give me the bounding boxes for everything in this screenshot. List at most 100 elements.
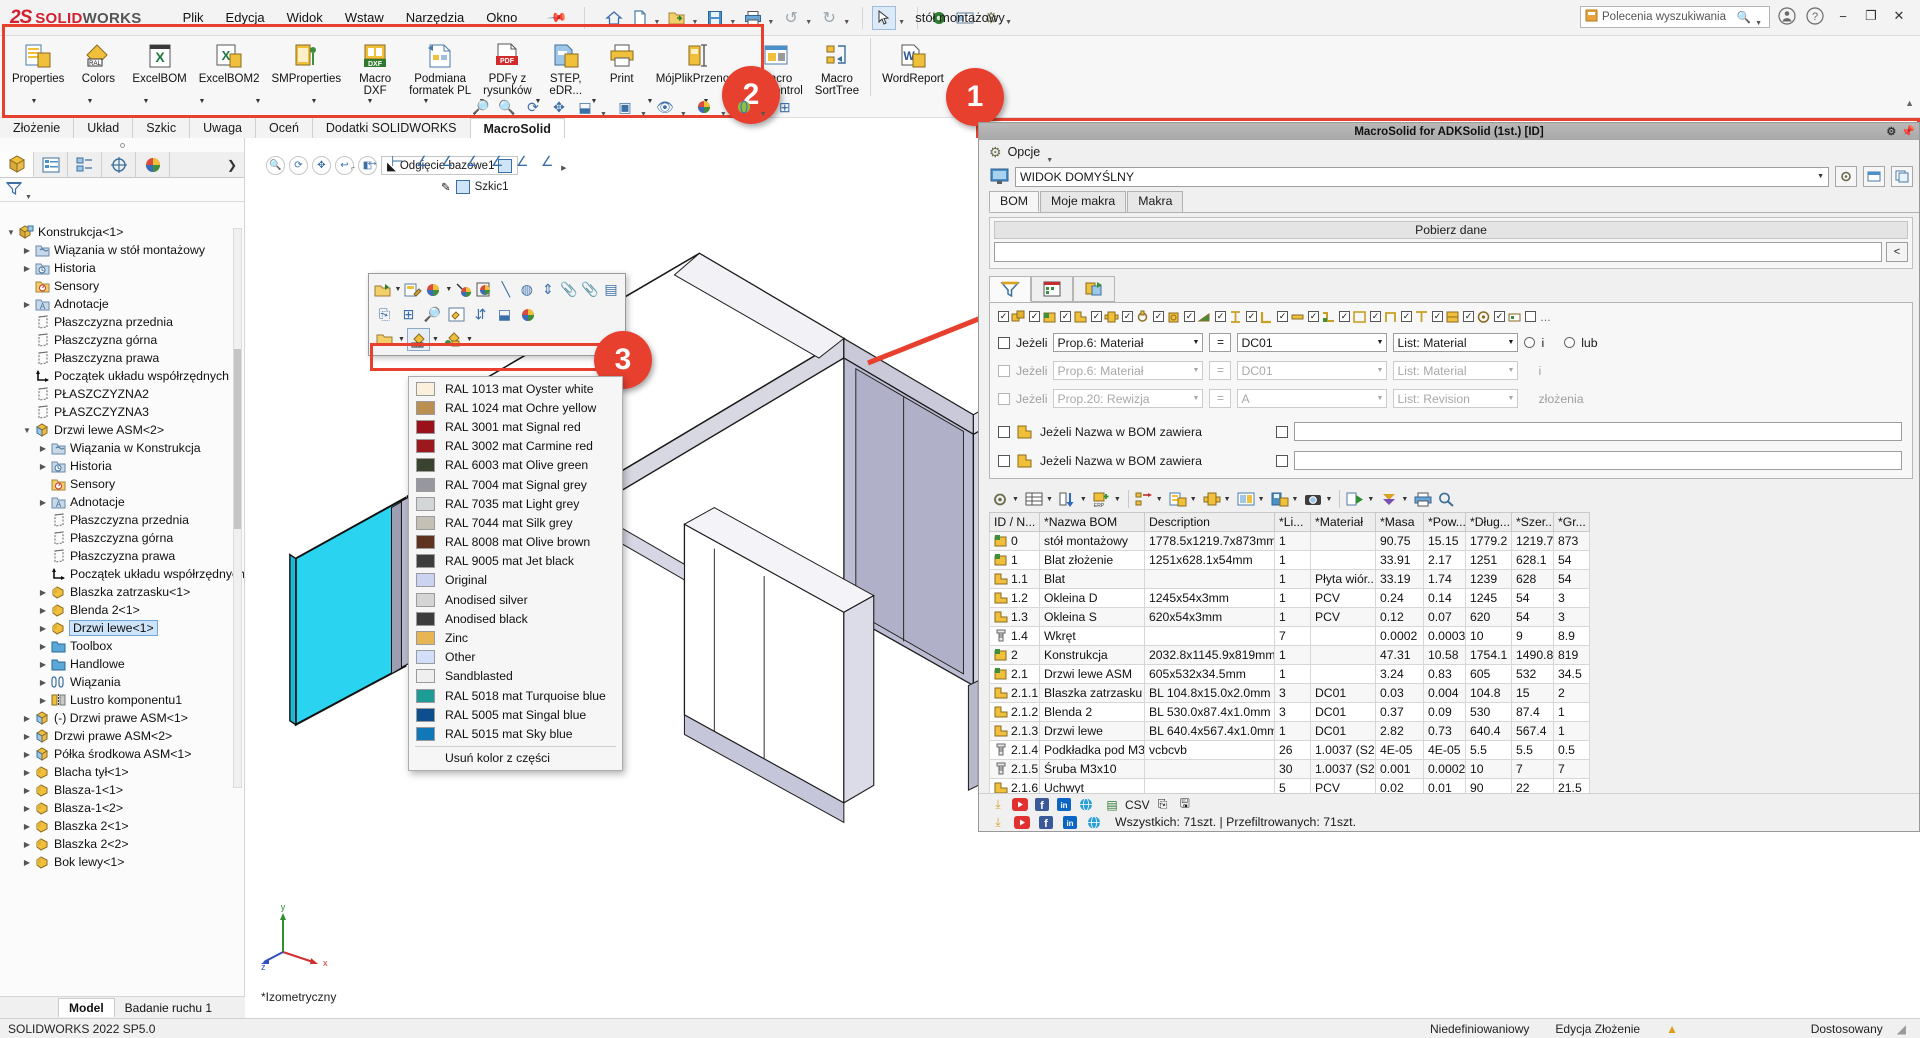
facebook-icon[interactable]: f	[1033, 797, 1051, 813]
appearance-copy-icon[interactable]	[475, 278, 495, 301]
condition-1-or-radio[interactable]	[1564, 337, 1576, 348]
chevron-down-icon[interactable]: ▼	[1046, 157, 1053, 164]
chevron-down-icon[interactable]: ▼	[118, 98, 174, 116]
export-icon[interactable]	[373, 278, 393, 301]
bom-cell[interactable]: 10	[1465, 626, 1512, 646]
tree-item[interactable]: Płaszczyzna prawa	[0, 547, 244, 565]
tree-item[interactable]: ▶ Bok lewy<1>	[0, 853, 244, 871]
help-icon[interactable]: ?	[1802, 4, 1828, 28]
color-menu-item[interactable]: RAL 7044 mat Silk grey	[409, 513, 622, 532]
measure-icon[interactable]	[927, 6, 951, 30]
bom-cell[interactable]: BL 640.4x567.4x1.0mm	[1144, 721, 1275, 741]
type-filter-checkbox[interactable]: ✓	[1184, 311, 1195, 322]
tree-item[interactable]: Początek układu współrzędnych	[0, 565, 244, 583]
color-menu-item[interactable]: Usuń kolor z części	[409, 749, 622, 768]
display-style-icon[interactable]: ▣	[614, 96, 636, 118]
chevron-right-icon[interactable]: ▶	[20, 750, 34, 759]
tree-branch-icon[interactable]	[1133, 488, 1155, 510]
menu-item-edycja[interactable]: Edycja	[215, 6, 276, 30]
bom-cell[interactable]: Blat	[1039, 569, 1145, 589]
name-condition-1-extra-checkbox[interactable]	[1275, 425, 1288, 438]
tree-item[interactable]: Płaszczyzna prawa	[0, 349, 244, 367]
csv-save-icon[interactable]: 🖫	[1176, 796, 1194, 813]
bom-cell[interactable]: 0.0003	[1423, 626, 1466, 646]
arrow-up-icon[interactable]: ⇕	[538, 278, 558, 301]
measure-line-icon[interactable]: ╲	[496, 278, 516, 301]
bottom-tab-badanie-ruchu-1[interactable]: Badanie ruchu 1	[115, 999, 222, 1017]
tree-scrollbar[interactable]	[233, 228, 242, 788]
bom-cell[interactable]: 0.12	[1375, 607, 1424, 627]
bom-cell[interactable]: 0.24	[1375, 588, 1424, 608]
bom-column-header[interactable]: *Materiał	[1310, 512, 1376, 532]
macrosolid-pin-icon[interactable]: 📌	[1901, 125, 1915, 138]
chevron-down-icon[interactable]: ▼	[4, 228, 18, 237]
menu-item-okno[interactable]: Okno	[475, 6, 528, 30]
tree-item[interactable]: ▶ Handlowe	[0, 655, 244, 673]
bom-cell[interactable]: stół montażowy	[1039, 531, 1145, 551]
chevron-down-icon[interactable]: ▼	[398, 98, 454, 116]
tree-item[interactable]: ▶ Blaszka zatrzasku<1>	[0, 583, 244, 601]
chevron-down-icon[interactable]: ▼	[174, 98, 230, 116]
bom-table[interactable]: ID / N... *Nazwa BOM Description *Li... *Mat…	[989, 512, 1590, 817]
bom-column-header[interactable]: ID / N...	[989, 512, 1040, 532]
type-filter-checkbox[interactable]: ✓	[1308, 311, 1319, 322]
tree-item[interactable]: Sensory	[0, 277, 244, 295]
arrow-vertical-icon[interactable]: ⇵	[469, 303, 492, 326]
bom-cell[interactable]: 1	[1274, 588, 1311, 608]
print-icon[interactable]	[741, 6, 765, 30]
view-combo[interactable]: WIDOK DOMYŚLNY ▼	[1015, 166, 1829, 187]
pen-appearance-icon[interactable]	[403, 278, 423, 301]
ribbon-collapse-icon[interactable]: ▲	[1905, 98, 1914, 108]
chevron-down-icon[interactable]: ▼	[1325, 496, 1332, 503]
bom-cell[interactable]: Okleina D	[1039, 588, 1145, 608]
rotate-view-icon[interactable]: ⟳	[522, 96, 544, 118]
bom-cell[interactable]: 4E-05	[1375, 740, 1424, 760]
tree-item[interactable]: PŁASZCZYZNA2	[0, 385, 244, 403]
chevron-down-icon[interactable]: ▼	[691, 19, 698, 30]
color-menu-item[interactable]: RAL 5018 mat Turquoise blue	[409, 686, 622, 705]
color-menu-item[interactable]: RAL 9005 mat Jet black	[409, 552, 622, 571]
bom-cell[interactable]: Okleina S	[1039, 607, 1145, 627]
bom-cell[interactable]: 87.4	[1511, 702, 1554, 722]
table-icon[interactable]	[1023, 488, 1045, 510]
bom-cell[interactable]: Wkręt	[1039, 626, 1145, 646]
chevron-right-icon[interactable]: ▶	[20, 822, 34, 831]
type-filter-checkbox[interactable]: ✓	[1463, 311, 1474, 322]
chevron-down-icon[interactable]: ▼	[20, 426, 34, 435]
chevron-down-icon[interactable]: ▼	[1046, 496, 1053, 503]
bom-cell[interactable]: DC01	[1310, 683, 1376, 703]
chevron-down-icon[interactable]: ▼	[1012, 496, 1019, 503]
type-filter-checkbox[interactable]: ✓	[1060, 311, 1071, 322]
color-menu-item[interactable]: RAL 6003 mat Olive green	[409, 456, 622, 475]
zoom-fit-icon[interactable]: 🔍	[266, 156, 285, 175]
chevron-right-icon[interactable]: ▶	[20, 768, 34, 777]
assembly-toolbar[interactable]: 🔎 🔍 ⟳ ✥ ⬓ ▼ ▣ ▼ 👁 ▼ ▼ ▼ ⊞	[470, 96, 796, 119]
chevron-down-icon[interactable]: ▼	[767, 19, 774, 30]
bom-cell[interactable]: 0.09	[1423, 702, 1466, 722]
command-tab-uwaga[interactable]: Uwaga	[190, 118, 257, 138]
bom-cell[interactable]	[1310, 531, 1376, 551]
dimxpert-manager-tab[interactable]	[102, 152, 136, 177]
bom-cell[interactable]: vcbcvb	[1144, 740, 1275, 760]
ribbon-button-colors[interactable]: RAL Colors	[70, 36, 126, 87]
bom-cell[interactable]: 1.0037 (S2...	[1310, 740, 1376, 760]
bom-column-header[interactable]: *Nazwa BOM	[1039, 512, 1145, 532]
bom-cell[interactable]: 1	[1553, 702, 1590, 722]
tree-item[interactable]: ▶ Lustro komponentu1	[0, 691, 244, 709]
bom-table-row[interactable]: 2.1.2 Blenda 2 BL 530.0x87.4x1.0mm 3 DC01 0.3…	[989, 702, 1590, 722]
chevron-down-icon[interactable]: ▼	[1367, 496, 1374, 503]
chevron-down-icon[interactable]: ▼	[1258, 496, 1265, 503]
bom-cell[interactable]: 2.1.3	[989, 721, 1040, 741]
menu-item-widok[interactable]: Widok	[276, 6, 334, 30]
bom-cell[interactable]: Blat złożenie	[1039, 550, 1145, 570]
bom-table-row[interactable]: 1 Blat złożenie 1251x628.1x54mm 1 33.91 2.17 1…	[989, 550, 1590, 570]
bom-cell[interactable]: 605	[1465, 664, 1512, 684]
tree-item[interactable]: ▶ Historia	[0, 457, 244, 475]
condition-1-property-select[interactable]: Prop.6: Materiał ▼	[1053, 333, 1204, 352]
name-condition-row-2[interactable]: Jeżeli Nazwa w BOM zawiera	[994, 451, 1908, 470]
save-icon[interactable]	[703, 6, 727, 30]
ribbon-button-properties[interactable]: Properties	[6, 36, 70, 87]
bom-column-header[interactable]: *Szer...	[1511, 512, 1554, 532]
section-view-icon[interactable]	[953, 6, 977, 30]
chevron-down-icon[interactable]: ▼	[431, 336, 440, 343]
